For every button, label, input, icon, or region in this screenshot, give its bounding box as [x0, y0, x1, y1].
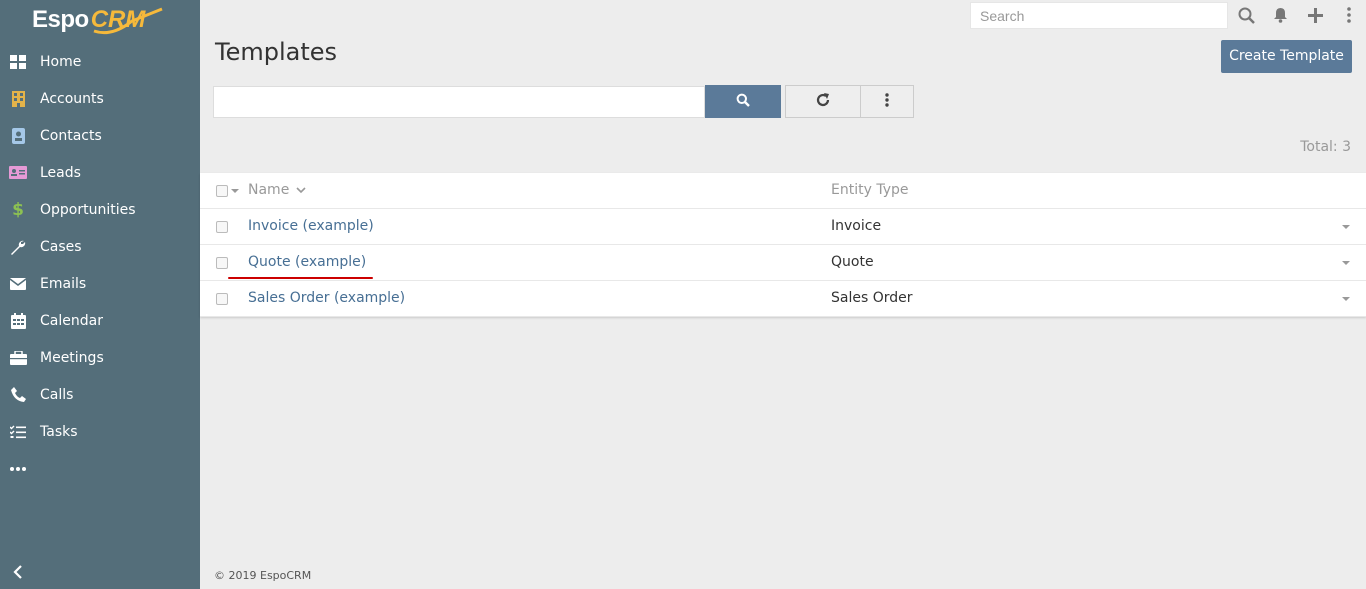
table-row: Quote (example) Quote [200, 245, 1366, 281]
sidebar-item-meetings[interactable]: Meetings [0, 339, 200, 376]
table-row: Invoice (example) Invoice [200, 209, 1366, 245]
calendar-icon [9, 312, 27, 330]
sidebar-item-calls[interactable]: Calls [0, 376, 200, 413]
sidebar-item-label: Meetings [40, 349, 104, 366]
logo-text-espo: Espo [32, 6, 89, 33]
sidebar-item-cases[interactable]: Cases [0, 228, 200, 265]
create-template-button[interactable]: Create Template [1221, 40, 1352, 73]
row-checkbox[interactable] [216, 257, 228, 269]
filter-text-input[interactable] [213, 86, 705, 118]
entity-type-cell: Invoice [831, 218, 882, 234]
entity-type-cell: Quote [831, 254, 874, 270]
bell-icon[interactable] [1270, 5, 1290, 25]
template-name-link[interactable]: Quote (example) [248, 254, 366, 270]
sidebar-item-emails[interactable]: Emails [0, 265, 200, 302]
collapse-sidebar-icon[interactable] [8, 562, 28, 582]
logo-swoosh-icon [93, 7, 163, 35]
dollar-icon: $ [12, 199, 24, 220]
reset-filter-button[interactable] [785, 85, 861, 118]
refresh-icon [815, 92, 831, 112]
sidebar-item-accounts[interactable]: Accounts [0, 80, 200, 117]
row-checkbox[interactable] [216, 293, 228, 305]
sort-chevron-down-icon [296, 187, 306, 194]
address-card-icon [9, 164, 27, 182]
sidebar-item-more[interactable] [0, 450, 200, 487]
wrench-icon [9, 238, 27, 256]
envelope-icon [9, 275, 27, 293]
row-actions-caret-icon[interactable] [1342, 297, 1350, 301]
sidebar-item-label: Opportunities [40, 201, 136, 218]
sidebar-nav: Home Accounts Contacts Leads $ Opportuni… [0, 43, 200, 487]
sidebar-item-opportunities[interactable]: $ Opportunities [0, 191, 200, 228]
sidebar-item-calendar[interactable]: Calendar [0, 302, 200, 339]
search-icon [736, 93, 750, 111]
row-actions-caret-icon[interactable] [1342, 225, 1350, 229]
id-badge-icon [9, 127, 27, 145]
templates-table: Name Entity Type Invoice (example) Invoi… [200, 173, 1366, 317]
sidebar-item-label: Emails [40, 275, 87, 292]
template-name-link[interactable]: Invoice (example) [248, 218, 374, 234]
sidebar-item-label: Calendar [40, 312, 103, 329]
sidebar-item-tasks[interactable]: Tasks [0, 413, 200, 450]
entity-type-cell: Sales Order [831, 290, 913, 306]
menu-dots-icon[interactable] [1339, 5, 1359, 25]
sidebar-item-label: Cases [40, 238, 82, 255]
global-search-input[interactable] [970, 2, 1228, 29]
search-icon[interactable] [1236, 5, 1256, 25]
row-actions-caret-icon[interactable] [1342, 261, 1350, 265]
espocrm-logo[interactable]: Espo CRM [32, 3, 163, 37]
column-header-entity-type[interactable]: Entity Type [831, 182, 908, 198]
row-checkbox[interactable] [216, 221, 228, 233]
page-title: Templates [215, 38, 338, 66]
tasks-icon [9, 423, 27, 441]
filter-search-button[interactable] [705, 85, 781, 118]
table-header-row: Name Entity Type [200, 173, 1366, 209]
briefcase-icon [9, 349, 27, 367]
sidebar-item-home[interactable]: Home [0, 43, 200, 80]
sidebar-item-label: Home [40, 53, 82, 70]
column-header-name[interactable]: Name [248, 182, 306, 198]
select-all-caret-icon[interactable] [231, 189, 239, 193]
footer-copyright: © 2019 EspoCRM [214, 569, 312, 582]
filter-more-button[interactable] [860, 85, 914, 118]
plus-icon[interactable] [1305, 5, 1325, 25]
sidebar-item-label: Calls [40, 386, 74, 403]
sidebar-item-label: Leads [40, 164, 81, 181]
table-row: Sales Order (example) Sales Order [200, 281, 1366, 317]
select-all-checkbox[interactable] [216, 185, 228, 197]
ellipsis-vertical-icon [885, 92, 889, 111]
sidebar-item-label: Contacts [40, 127, 102, 144]
sidebar-item-label: Tasks [40, 423, 78, 440]
highlight-underline [228, 277, 373, 279]
sidebar-item-label: Accounts [40, 90, 104, 107]
building-icon [9, 90, 27, 108]
total-count: Total: 3 [1300, 139, 1351, 155]
more-icon [9, 460, 27, 478]
phone-icon [9, 386, 27, 404]
template-name-link[interactable]: Sales Order (example) [248, 290, 405, 306]
th-large-icon [9, 53, 27, 71]
sidebar-item-leads[interactable]: Leads [0, 154, 200, 191]
sidebar-item-contacts[interactable]: Contacts [0, 117, 200, 154]
sidebar: Espo CRM Home Accounts Contacts Leads $ … [0, 0, 200, 589]
